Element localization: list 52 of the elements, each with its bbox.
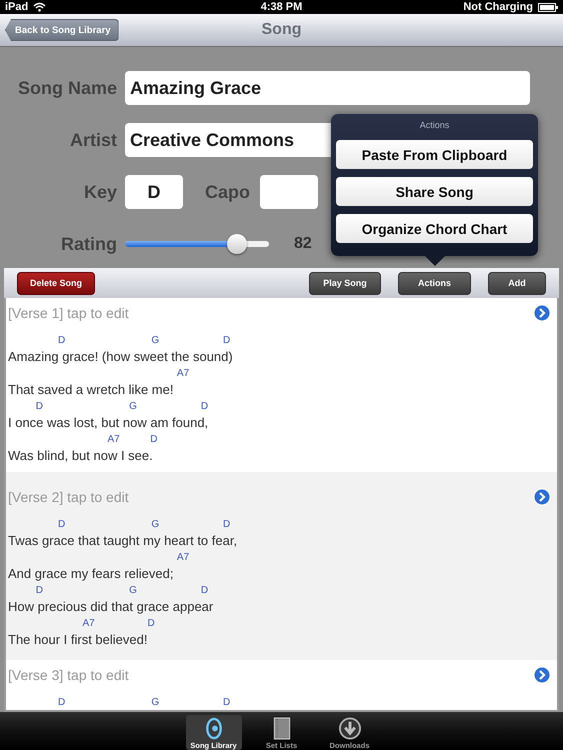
field-label: Rating (60, 234, 118, 254)
clock: 4:38 PM (260, 1, 302, 13)
chord-line: A7 D (106, 433, 158, 447)
field-label: Artist (68, 130, 118, 150)
verse-section[interactable]: [Verse 2] tap to edit D G D Twas grace that taught my heart to fear, A7 And grace my fears relieved; D G D How precious did that grace appear A7 D The hour I first believed! (6, 472, 557, 660)
toolbar-button[interactable]: Play Song (309, 272, 381, 294)
menu-item[interactable]: Paste From Clipboard (336, 140, 533, 169)
disclosure-icon[interactable] (533, 666, 551, 684)
battery-status: Not Charging (463, 1, 534, 13)
chord-line: D G D (34, 400, 210, 414)
chord-line: D G D (57, 696, 232, 710)
key-field[interactable]: D (125, 175, 183, 209)
popover-title: Actions (418, 120, 450, 130)
device-name: iPad (5, 1, 28, 13)
chord-line: A7 (176, 367, 190, 381)
field-label: Song Name (16, 78, 118, 98)
capo-field[interactable] (260, 175, 318, 209)
wifi-icon (33, 2, 46, 12)
disclosure-icon[interactable] (533, 304, 551, 322)
song-name-field[interactable]: Amazing Grace (125, 71, 530, 105)
menu-item[interactable]: Share Song (336, 177, 533, 206)
chord-line: D G D (57, 518, 232, 532)
screen-title: Song (262, 21, 302, 39)
delete-button[interactable]: Delete Song (17, 272, 96, 294)
lyric-line: That saved a wretch like me! (8, 381, 174, 398)
verse-header: [Verse 3] tap to edit (8, 667, 129, 683)
battery-icon (538, 2, 558, 12)
chord-line: A7 (176, 551, 190, 565)
field-label: Key (82, 182, 118, 202)
popover-arrow-icon (425, 256, 445, 266)
notebook-icon (272, 717, 290, 740)
disclosure-icon[interactable] (533, 488, 551, 506)
back-button[interactable]: Back to Song Library (5, 19, 119, 41)
lyric-line: Was blind, but now I see. (8, 447, 154, 464)
lyric-line: How precious did that grace appear (8, 598, 214, 615)
download-icon (338, 717, 362, 740)
lyric-line: I once was lost, but now am found, (8, 414, 210, 431)
chord-line: D G D (57, 334, 232, 348)
lyric-line: Twas grace that taught my heart to fear, (8, 532, 238, 549)
lyric-line: The hour I first believed! (8, 631, 148, 648)
rating-value: 82 (294, 235, 312, 253)
toolbar-button[interactable]: Add (488, 272, 546, 294)
lyric-line: Amazing grace! (how sweet the sound) (8, 348, 234, 365)
rating-slider[interactable] (125, 234, 269, 254)
chord-line: D G D (34, 584, 210, 598)
lyric-line: And grace my fears relieved; (8, 565, 174, 582)
verse-header: [Verse 1] tap to edit (8, 305, 129, 321)
menu-item[interactable]: Organize Chord Chart (336, 214, 533, 243)
toolbar-button[interactable]: Actions (398, 272, 471, 294)
chord-line: A7 D (81, 617, 156, 631)
verse-header: [Verse 2] tap to edit (8, 489, 129, 505)
field-label: Capo (204, 182, 251, 202)
